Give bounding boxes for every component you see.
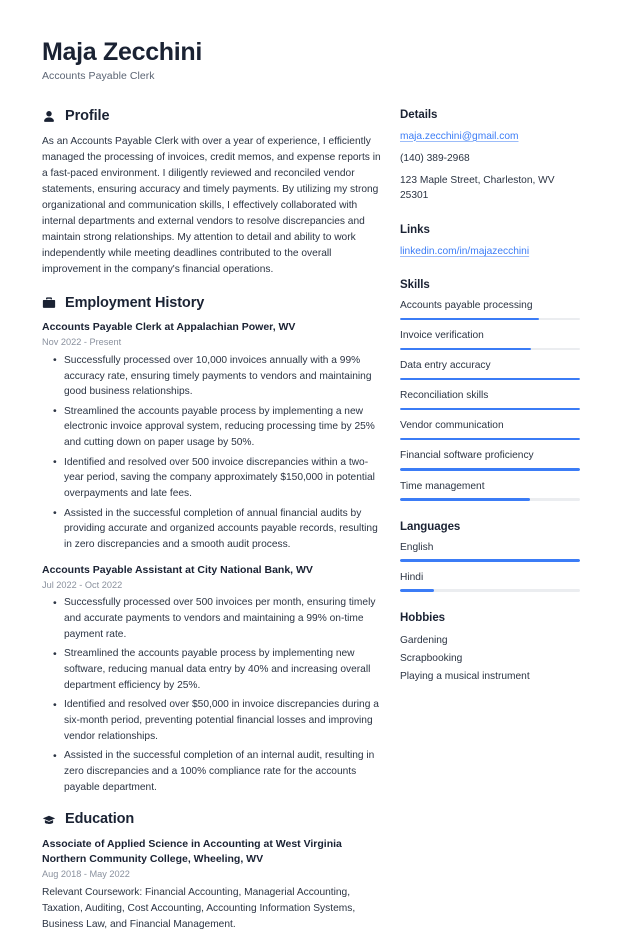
skill-item: Accounts payable processing [400,299,580,321]
skill-item: Time management [400,480,580,501]
briefcase-icon [42,296,56,310]
skill-track [400,437,580,441]
education-heading-row: Education [42,812,382,828]
main-column: Profile As an Accounts Payable Clerk wit… [42,107,400,950]
language-item: Hindi [400,571,580,592]
skill-fill [400,407,580,411]
job-date: Jul 2022 - Oct 2022 [42,579,123,590]
profile-text: As an Accounts Payable Clerk with over a… [42,135,381,276]
language-item: English [400,541,580,562]
skill-fill [400,317,539,321]
hobbies-heading: Hobbies [400,611,446,624]
hobby-item: Scrapbooking [400,652,463,664]
job-bullet: Identified and resolved over $50,000 in … [53,697,382,744]
skill-item: Vendor communication [400,419,580,441]
degree-date: Aug 2018 - May 2022 [42,869,130,880]
skill-fill [400,498,530,501]
skill-track [400,467,580,471]
language-fill [400,589,435,592]
section-education: Education Associate of Applied Science i… [42,812,382,932]
job-bullet: Successfully processed over 500 invoices… [53,595,382,642]
education-entry: Associate of Applied Science in Accounti… [42,837,382,932]
degree-description: Relevant Coursework: Financial Accountin… [42,886,356,930]
sidebar-block-details: Details maja.zecchini@gmail.com (140) 38… [400,109,580,204]
skill-fill [400,437,580,441]
section-employment-history: Employment History Accounts Payable Cler… [42,294,382,796]
skill-fill [400,347,532,351]
sidebar-block-hobbies: Hobbies Gardening Scrapbooking Playing a… [400,612,580,686]
resume-columns: Profile As an Accounts Payable Clerk wit… [42,107,598,950]
profile-heading-row: Profile [42,107,382,125]
sidebar-column: Details maja.zecchini@gmail.com (140) 38… [400,109,580,707]
address-text: 123 Maple Street, Charleston, WV 25301 [400,175,555,202]
languages-heading: Languages [400,520,461,533]
language-track [400,589,580,592]
skill-item: Data entry accuracy [400,359,580,381]
graduation-cap-icon [42,813,56,827]
job-bullet: Assisted in the successful completion of… [53,505,382,553]
sidebar-block-languages: Languages English Hindi [400,521,580,592]
hobby-item: Gardening [400,634,448,646]
skill-track [400,317,580,321]
degree-title: Associate of Applied Science in Accounti… [42,838,342,866]
job-bullet: Assisted in the successful completion of… [53,748,382,795]
employment-entry: Accounts Payable Clerk at Appalachian Po… [42,320,382,553]
skill-label: Invoice verification [400,330,484,342]
sidebar-block-skills: Skills Accounts payable processing Invoi… [400,279,580,501]
profile-heading: Profile [65,107,110,124]
job-title: Accounts Payable Assistant at City Natio… [42,563,313,576]
links-heading: Links [400,223,430,236]
skill-label: Financial software proficiency [400,450,534,462]
job-bullet: Identified and resolved over 500 invoice… [53,454,382,502]
skills-heading: Skills [400,279,430,292]
email-link[interactable]: maja.zecchini@gmail.com [400,129,580,144]
skill-fill [400,377,580,381]
resume-page: Maja Zecchini Accounts Payable Clerk Pro… [0,0,640,930]
skill-label: Accounts payable processing [400,300,533,312]
section-profile: Profile As an Accounts Payable Clerk wit… [42,107,382,279]
job-bullet: Streamlined the accounts payable process… [53,646,382,693]
education-heading: Education [65,811,135,828]
language-fill [400,559,580,562]
user-icon [42,110,56,124]
skill-track [400,347,580,351]
job-bullet: Successfully processed over 10,000 invoi… [53,352,382,400]
skill-track [400,498,580,501]
skill-item: Reconciliation skills [400,389,580,411]
job-bullet: Streamlined the accounts payable process… [53,403,382,451]
job-bullets: Successfully processed over 500 invoices… [42,595,382,795]
resume-header: Maja Zecchini Accounts Payable Clerk [42,38,598,83]
candidate-name: Maja Zecchini [42,38,203,66]
phone-text: (140) 389-2968 [400,152,470,164]
skill-label: Data entry accuracy [400,360,491,372]
job-date: Nov 2022 - Present [42,337,122,348]
candidate-job-title: Accounts Payable Clerk [42,70,155,82]
employment-heading-row: Employment History [42,294,382,312]
language-label: English [400,541,434,553]
skill-track [400,377,580,381]
job-title: Accounts Payable Clerk at Appalachian Po… [42,321,296,334]
job-bullets: Successfully processed over 10,000 invoi… [42,352,382,553]
skill-fill [400,467,580,471]
language-label: Hindi [400,571,424,583]
hobby-item: Playing a musical instrument [400,671,530,683]
sidebar-block-links: Links linkedin.com/in/majazecchini [400,224,580,259]
skill-label: Vendor communication [400,420,504,432]
skill-item: Financial software proficiency [400,449,580,471]
skill-track [400,407,580,411]
details-heading: Details [400,108,438,121]
skill-label: Reconciliation skills [400,390,489,402]
skill-item: Invoice verification [400,329,580,351]
language-track [400,559,580,562]
employment-entry: Accounts Payable Assistant at City Natio… [42,563,382,796]
linkedin-link[interactable]: linkedin.com/in/majazecchini [400,244,580,259]
skill-label: Time management [400,480,485,492]
employment-heading: Employment History [65,294,205,311]
